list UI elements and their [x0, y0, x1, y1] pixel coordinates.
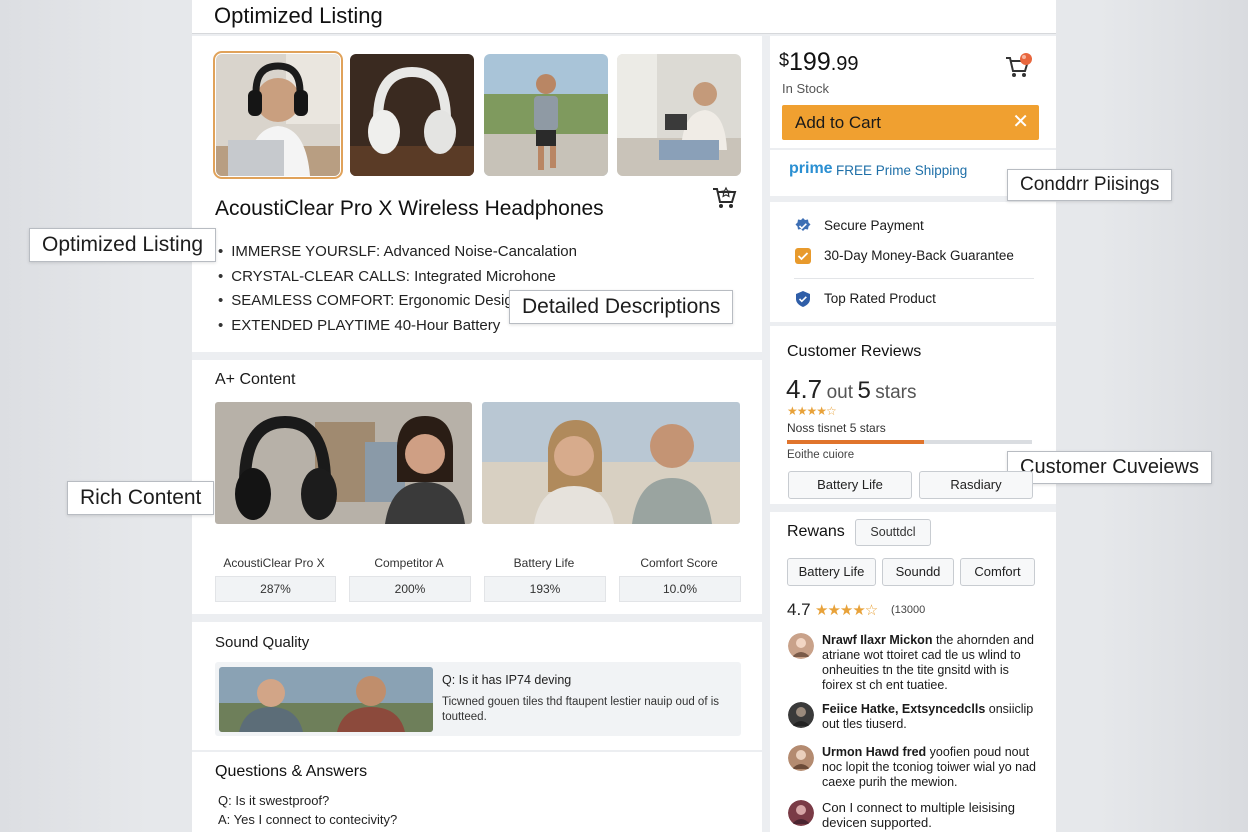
- callout-customer-reviews: Customer Cuveiews: [1007, 451, 1212, 484]
- reviewer-name: Urmon Hawd fred: [822, 745, 927, 759]
- rating-value: 4.7: [786, 374, 823, 404]
- top-header: Optimized Listing: [192, 0, 1056, 34]
- price-fraction: .99: [830, 53, 859, 75]
- rating-stars-word: stars: [875, 382, 917, 403]
- couple-with-headphones-image: [482, 402, 740, 524]
- trust-label: 30-Day Money-Back Guarantee: [824, 248, 1014, 263]
- reviewer-name: Nrawf Ilaxr Mickon: [822, 633, 933, 647]
- review-text: Con I connect to multiple leisising devi…: [822, 800, 1036, 830]
- sound-quality-image: [219, 667, 433, 732]
- sound-quality-title: Sound Quality: [215, 634, 310, 651]
- stat-value: 193%: [484, 576, 606, 602]
- stat-value: 287%: [215, 576, 336, 602]
- price: $199.99: [779, 48, 859, 77]
- man-running-image: [484, 54, 608, 176]
- product-title: AcoustiClear Pro X Wireless Headphones: [215, 197, 604, 220]
- price-main: 199: [789, 48, 831, 76]
- checkbox-check-icon: [795, 248, 811, 264]
- qa-title: Questions & Answers: [215, 763, 368, 780]
- stat-label: Battery Life: [513, 556, 575, 570]
- product-thumbnail-1[interactable]: [213, 51, 343, 179]
- rewans-count: (13000: [891, 604, 926, 616]
- stat-label: Competitor A: [374, 556, 444, 570]
- rewans-stars: ★★★★☆: [815, 602, 878, 619]
- feature-bullet: CRYSTAL-CLEAR CALLS: Integrated Microhon…: [218, 265, 577, 290]
- prime-logo: prime: [789, 160, 833, 177]
- headphones-and-woman-image: [215, 402, 472, 524]
- sound-question: Q: Is it has IP74 deving: [442, 673, 572, 687]
- review-item: Feiice Hatke, Extsyncedclls onsiiclip ou…: [788, 702, 1036, 734]
- rating-bar-track: [787, 440, 1032, 444]
- reviews-title: Customer Reviews: [787, 343, 922, 360]
- aplus-image-1: [215, 402, 472, 524]
- rating-subtext: Noss tisnet 5 stars: [787, 421, 886, 435]
- callout-optimized-listing: Optimized Listing: [29, 228, 217, 262]
- add-to-cart-label: Add to Cart: [795, 113, 881, 132]
- avatar: [788, 702, 814, 728]
- rewans-title: Rewans: [787, 523, 845, 540]
- woman-headphones-laptop-image: [216, 54, 340, 176]
- white-headphones-image: [350, 54, 474, 176]
- trust-label: Top Rated Product: [824, 291, 936, 306]
- review-text: Feiice Hatke, Extsyncedclls onsiiclip ou…: [822, 702, 1036, 732]
- star-rating: ★★★★☆: [787, 404, 837, 418]
- divider: [794, 278, 1034, 279]
- aplus-title: A+ Content: [215, 371, 296, 388]
- review-chip[interactable]: Battery Life: [788, 471, 912, 499]
- prime-shipping-text: FREE Prime Shipping: [836, 163, 968, 178]
- rating-bar-fill: [787, 440, 925, 444]
- product-thumbnail-2[interactable]: [350, 54, 474, 176]
- callout-condor: Conddrr Piisings: [1007, 169, 1173, 201]
- reviewer-name: Feiice Hatke, Extsyncedclls: [822, 702, 986, 716]
- review-item: Nrawf Ilaxr Mickon the ahornden and atri…: [788, 633, 1036, 693]
- feature-bullet: IMMERSE YOURSLF: Advanced Noise-Cancalat…: [218, 240, 577, 265]
- product-thumbnail-3[interactable]: [484, 54, 608, 176]
- filter-chip[interactable]: Comfort: [960, 558, 1035, 586]
- review-text: Nrawf Ilaxr Mickon the ahornden and atri…: [822, 633, 1036, 693]
- man-sofa-tablet-image: [617, 54, 741, 176]
- price-currency: $: [779, 50, 790, 70]
- trust-label: Secure Payment: [824, 218, 924, 233]
- shield-icon: [796, 291, 810, 307]
- review-item: Con I connect to multiple leisising devi…: [788, 800, 1036, 832]
- friends-laughing-image: [219, 667, 433, 732]
- filter-chip[interactable]: Battery Life: [787, 558, 876, 586]
- stat-label: AcoustiClear Pro X: [223, 556, 325, 570]
- review-text: Urmon Hawd fred yoofien poud nout noc lo…: [822, 745, 1036, 790]
- filter-chip[interactable]: Soundd: [882, 558, 954, 586]
- review-item: Urmon Hawd fred yoofien poud nout noc lo…: [788, 745, 1036, 791]
- stat-label: Comfort Score: [640, 556, 718, 570]
- cart-badge-icon[interactable]: [1004, 52, 1034, 85]
- rating-summary: 4.7 out 5 stars: [786, 374, 916, 405]
- avatar: [788, 745, 814, 771]
- stat-value: 200%: [349, 576, 471, 602]
- rewans-badge[interactable]: Souttdcl: [855, 519, 931, 546]
- aplus-image-2: [482, 402, 740, 524]
- review-chip[interactable]: Rasdiary: [919, 471, 1033, 499]
- review-body: Con I connect to multiple leisising devi…: [822, 800, 1015, 830]
- rating-out: out: [826, 382, 854, 403]
- add-to-cart-button[interactable]: Add to Cart ✕: [782, 105, 1039, 140]
- rating-max: 5: [857, 377, 871, 404]
- qa-answer: A: Yes I connect to contecivity?: [218, 812, 398, 827]
- sound-answer: Ticwned gouen tiles thd ftaupent lestier…: [442, 696, 720, 723]
- verified-badge-icon: [795, 218, 811, 231]
- rewans-rating: 4.7: [787, 600, 811, 619]
- qa-question: Q: Is it swestproof?: [218, 793, 330, 808]
- cart-icon[interactable]: [710, 183, 738, 216]
- close-icon[interactable]: ✕: [1012, 109, 1029, 134]
- rating-caption: Eoithe cuiore: [787, 449, 855, 461]
- avatar: [788, 800, 814, 826]
- stock-status: In Stock: [782, 81, 829, 96]
- product-thumbnail-4[interactable]: [617, 54, 741, 176]
- avatar: [788, 633, 814, 659]
- callout-rich-content: Rich Content: [67, 481, 215, 515]
- callout-detailed-descriptions: Detailed Descriptions: [509, 290, 734, 324]
- stat-value: 10.0%: [619, 576, 741, 602]
- page-title: Optimized Listing: [214, 3, 383, 28]
